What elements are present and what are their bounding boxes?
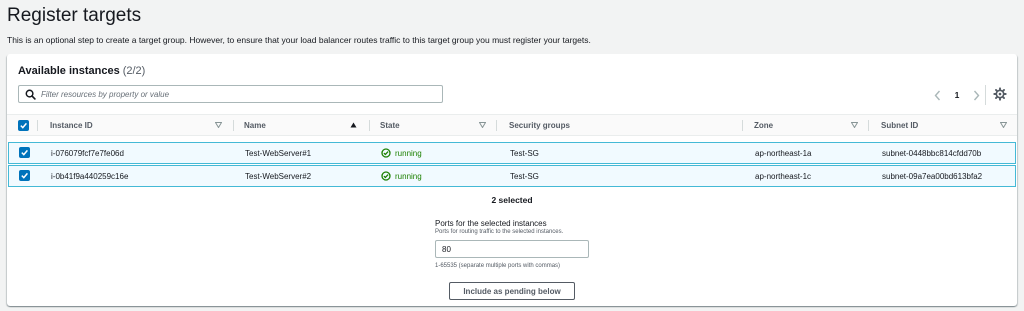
pager-divider — [985, 85, 986, 105]
column-header-label: State — [380, 121, 400, 130]
checkbox-checked-icon — [21, 149, 28, 156]
state-label: running — [395, 148, 422, 158]
ports-label: Ports for the selected instances — [435, 219, 547, 228]
column-header-label: Name — [244, 121, 266, 130]
column-divider — [742, 120, 743, 131]
table-row[interactable]: i-076079fcf7e7fe06d Test-WebServer#1 run… — [8, 142, 1016, 164]
row-checkbox[interactable] — [19, 170, 30, 181]
state-label: running — [395, 171, 422, 181]
pagination: 1 — [932, 88, 982, 102]
chevron-left-icon[interactable] — [932, 89, 942, 101]
instance-id-cell[interactable]: i-0b41f9a440259c16e — [51, 166, 128, 186]
column-header-state[interactable]: State — [380, 115, 495, 136]
page-description: This is an optional step to create a tar… — [7, 35, 591, 45]
security-group-cell: Test-SG — [510, 148, 539, 158]
ports-input[interactable] — [435, 240, 589, 258]
status-running-icon — [381, 171, 391, 181]
search-box[interactable] — [18, 85, 443, 103]
instance-count: (2/2) — [122, 65, 146, 77]
instance-id-cell[interactable]: i-076079fcf7e7fe06d — [51, 143, 124, 163]
column-divider — [369, 120, 370, 131]
gear-icon[interactable] — [993, 87, 1007, 101]
sort-desc-icon — [479, 122, 486, 128]
column-header-instance-id[interactable]: Instance ID — [50, 115, 230, 136]
current-page-number[interactable]: 1 — [955, 90, 960, 100]
column-header-label: Subnet ID — [881, 121, 919, 130]
include-as-pending-button[interactable]: Include as pending below — [449, 282, 575, 300]
subnet-id-cell: subnet-0448bbc814cfdd70b — [882, 148, 982, 158]
page-title: Register targets — [7, 5, 142, 26]
name-cell: Test-WebServer#2 — [245, 171, 312, 181]
select-all-checkbox[interactable] — [18, 120, 29, 131]
checkbox-checked-icon — [21, 172, 28, 179]
column-header-zone[interactable]: Zone — [754, 115, 864, 136]
column-divider — [868, 120, 869, 131]
status-running-icon — [381, 148, 391, 158]
sort-desc-icon — [215, 122, 222, 128]
checkbox-checked-icon — [20, 122, 27, 129]
ports-constraint-text: 1-65535 (separate multiple ports with co… — [435, 263, 561, 269]
column-divider — [37, 120, 38, 131]
name-cell: Test-WebServer#1 — [245, 148, 312, 158]
column-header-subnet-id[interactable]: Subnet ID — [881, 115, 1011, 136]
column-divider — [233, 120, 234, 131]
selection-summary: 2 selected — [491, 195, 533, 205]
sort-desc-icon — [851, 122, 858, 128]
panel-title: Available instances (2/2) — [18, 65, 145, 77]
column-header-label: Security groups — [509, 121, 570, 130]
zone-cell: ap-northeast-1a — [755, 148, 812, 158]
column-header-label: Zone — [754, 121, 774, 130]
panel-title-text: Available instances — [18, 65, 120, 77]
available-instances-panel: Available instances(2/2) 1 — [7, 54, 1017, 306]
search-input[interactable] — [41, 87, 436, 101]
zone-cell: ap-northeast-1c — [755, 171, 812, 181]
column-header-label: Instance ID — [50, 121, 93, 130]
search-icon — [25, 89, 36, 100]
table-row[interactable]: i-0b41f9a440259c16e Test-WebServer#2 run… — [8, 165, 1016, 187]
subnet-id-cell: subnet-09a7ea00bd613bfa2 — [882, 171, 983, 181]
sort-desc-icon — [1000, 122, 1007, 128]
ports-help-text: Ports for routing traffic to the selecte… — [435, 229, 564, 235]
table-header: Instance ID Name State Security groups Z… — [7, 114, 1017, 136]
column-header-name[interactable]: Name — [244, 115, 364, 136]
column-divider — [496, 120, 497, 131]
chevron-right-icon[interactable] — [972, 89, 982, 101]
security-group-cell: Test-SG — [510, 171, 539, 181]
state-cell: running — [381, 166, 422, 186]
row-checkbox[interactable] — [19, 147, 30, 158]
sort-ascending-icon — [350, 122, 357, 128]
state-cell: running — [381, 143, 422, 163]
column-header-security-groups[interactable]: Security groups — [509, 115, 739, 136]
